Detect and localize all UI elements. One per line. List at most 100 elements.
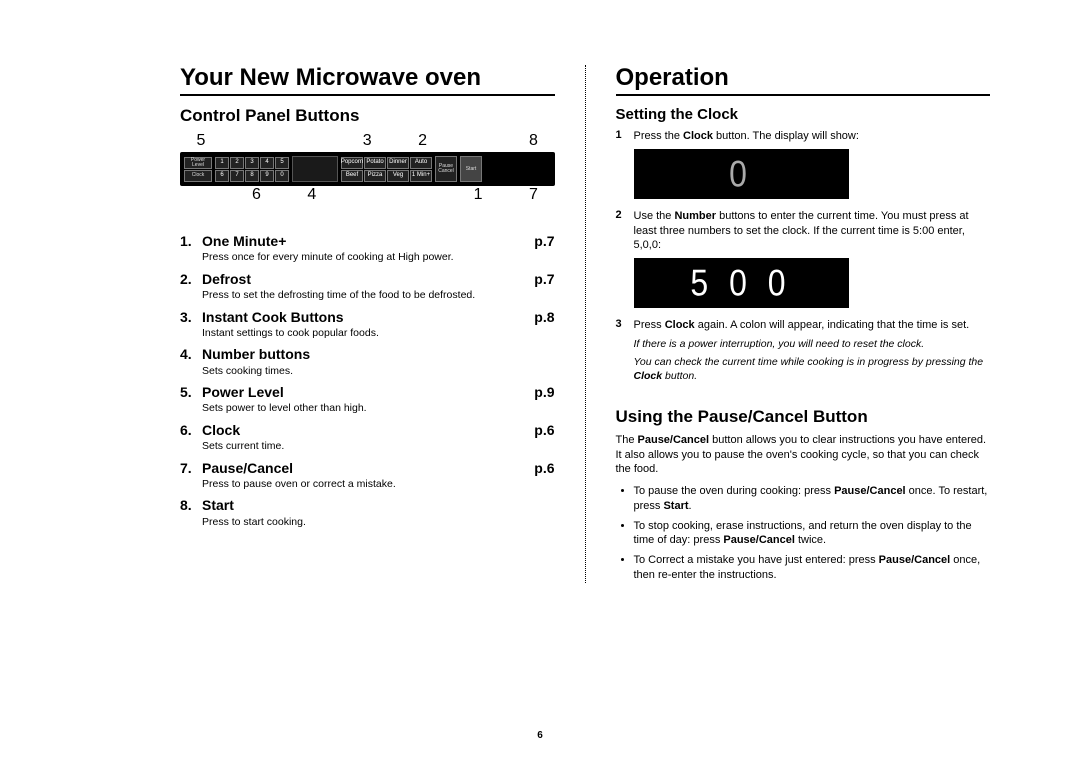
instant-cook-button: Popcorn: [341, 157, 363, 169]
feature-page: p.8: [521, 308, 555, 326]
callout-number: 6: [245, 186, 267, 204]
number-key: 0: [275, 170, 289, 182]
subtitle-pause-cancel: Using the Pause/Cancel Button: [616, 407, 991, 427]
bullet-item: To pause the oven during cooking: press …: [634, 484, 991, 513]
left-column: Your New Microwave oven Control Panel Bu…: [180, 60, 555, 588]
feature-number: 6.: [180, 421, 202, 439]
feature-page: [521, 496, 555, 514]
number-key: 2: [230, 157, 244, 169]
feature-page: [521, 345, 555, 363]
instant-cook-button: Beef: [341, 170, 363, 182]
callout-number: [190, 186, 212, 204]
power-level-button: Power Level: [184, 157, 212, 169]
subtitle-control-panel: Control Panel Buttons: [180, 106, 555, 126]
feature-desc: Instant settings to cook popular foods.: [202, 327, 555, 340]
bullet-item: To stop cooking, erase instructions, and…: [634, 519, 991, 548]
callout-number: 5: [190, 132, 212, 150]
step-number: 3: [616, 318, 634, 332]
feature-number: 1.: [180, 232, 202, 250]
step-number: 2: [616, 209, 634, 252]
feature-list: 1.One Minute+p.7Press once for every min…: [180, 232, 555, 528]
number-key: 8: [245, 170, 259, 182]
feature-name: Defrost: [202, 270, 521, 288]
subtitle-setting-clock: Setting the Clock: [616, 106, 991, 123]
lcd-display-1: 0: [634, 149, 849, 199]
callouts-bottom: 6417: [180, 186, 555, 206]
rule: [180, 94, 555, 96]
lcd-value: 5 0 0: [690, 262, 791, 305]
lcd-value: 0: [729, 153, 753, 196]
instant-cook-button: Dinner: [387, 157, 409, 169]
feature-name: Power Level: [202, 383, 521, 401]
callouts-top: 5 3 2 8: [180, 132, 555, 152]
feature-desc: Press once for every minute of cooking a…: [202, 251, 555, 264]
feature-item: 3.Instant Cook Buttonsp.8Instant setting…: [180, 308, 555, 340]
number-key: 7: [230, 170, 244, 182]
note-power-interruption: If there is a power interruption, you wi…: [634, 338, 991, 352]
feature-item: 4.Number buttons Sets cooking times.: [180, 345, 555, 377]
right-column: Operation Setting the Clock 1 Press the …: [616, 60, 991, 588]
feature-page: p.6: [521, 421, 555, 439]
feature-item: 1.One Minute+p.7Press once for every min…: [180, 232, 555, 264]
number-pad: 12345 67890: [215, 157, 289, 182]
pause-cancel-button: PauseCancel: [435, 156, 457, 182]
number-key: 1: [215, 157, 229, 169]
step-text: Press Clock again. A colon will appear, …: [634, 318, 991, 332]
callout-number: 8: [522, 132, 544, 150]
number-key: 9: [260, 170, 274, 182]
pause-cancel-bullets: To pause the oven during cooking: press …: [616, 484, 991, 582]
callout-number: [356, 186, 378, 204]
feature-number: 2.: [180, 270, 202, 288]
panel-left-stack: Power Level Clock: [184, 157, 212, 182]
manual-page: Your New Microwave oven Control Panel Bu…: [0, 0, 1080, 763]
callout-number: [467, 132, 489, 150]
instant-cook-group: Popcorn Potato Dinner Auto Beef Pizza Ve…: [341, 157, 432, 182]
control-panel-graphic: Power Level Clock 12345 67890 Popcorn Po…: [180, 152, 555, 186]
feature-desc: Sets cooking times.: [202, 365, 555, 378]
feature-name: One Minute+: [202, 232, 521, 250]
one-minute-button: 1 Min+: [410, 170, 432, 182]
feature-page: p.9: [521, 383, 555, 401]
feature-desc: Press to pause oven or correct a mistake…: [202, 478, 555, 491]
instant-cook-button: Potato: [364, 157, 386, 169]
feature-number: 4.: [180, 345, 202, 363]
number-key: 5: [275, 157, 289, 169]
feature-desc: Press to set the defrosting time of the …: [202, 289, 555, 302]
callout-number: 1: [467, 186, 489, 204]
callout-number: [301, 132, 323, 150]
rule: [616, 94, 991, 96]
control-panel-diagram: 5328 Power Level Clock 12345 67890 Popco…: [180, 132, 555, 206]
feature-name: Number buttons: [202, 345, 521, 363]
feature-item: 6.Clockp.6Sets current time.: [180, 421, 555, 453]
note-check-time: You can check the current time while coo…: [634, 356, 991, 383]
page-number: 6: [0, 730, 1080, 741]
step-text: Use the Number buttons to enter the curr…: [634, 209, 991, 252]
feature-item: 8.StartPress to start cooking.: [180, 496, 555, 528]
lcd-display-2: 5 0 0: [634, 258, 849, 308]
feature-number: 3.: [180, 308, 202, 326]
callout-number: 2: [412, 132, 434, 150]
section-title-right: Operation: [616, 64, 991, 92]
step-number: 1: [616, 129, 634, 143]
feature-page: p.7: [521, 270, 555, 288]
step-1: 1 Press the Clock button. The display wi…: [616, 129, 991, 143]
callout-number: 4: [301, 186, 323, 204]
feature-number: 8.: [180, 496, 202, 514]
feature-name: Start: [202, 496, 521, 514]
feature-page: p.7: [521, 232, 555, 250]
feature-item: 2.Defrostp.7Press to set the defrosting …: [180, 270, 555, 302]
feature-page: p.6: [521, 459, 555, 477]
feature-desc: Sets power to level other than high.: [202, 402, 555, 415]
step-2: 2 Use the Number buttons to enter the cu…: [616, 209, 991, 252]
step-text: Press the Clock button. The display will…: [634, 129, 991, 143]
feature-desc: Sets current time.: [202, 440, 555, 453]
number-key: 3: [245, 157, 259, 169]
number-key: 6: [215, 170, 229, 182]
feature-number: 5.: [180, 383, 202, 401]
bullet-item: To Correct a mistake you have just enter…: [634, 553, 991, 582]
feature-name: Clock: [202, 421, 521, 439]
instant-cook-button: Auto: [410, 157, 432, 169]
section-title-left: Your New Microwave oven: [180, 64, 555, 92]
callout-number: 3: [356, 132, 378, 150]
number-key: 4: [260, 157, 274, 169]
